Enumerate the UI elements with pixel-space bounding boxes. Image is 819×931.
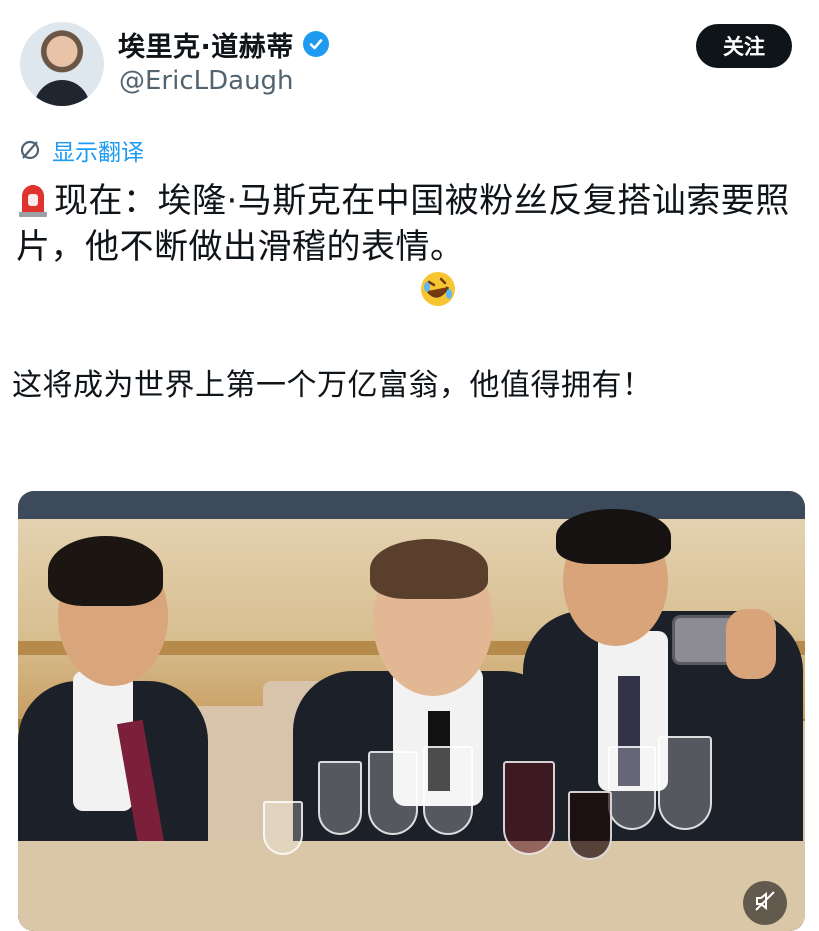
translate-label: 显示翻译 — [52, 140, 144, 166]
photo-glass — [423, 746, 473, 835]
tweet-line-1: 现在：埃隆·马斯克在中国被粉丝反复搭讪索要照片，他不断做出滑稽的表情。 — [16, 181, 790, 267]
photo-hand — [726, 609, 776, 679]
siren-emoji-icon — [16, 182, 50, 218]
mute-button[interactable] — [743, 881, 787, 925]
author-handle[interactable]: @EricLDaugh — [119, 66, 294, 96]
tweet-line-2: 这将成为世界上第一个万亿富翁，他值得拥有！ — [12, 368, 653, 403]
follow-button[interactable]: 关注 — [696, 24, 792, 68]
photo-ceiling — [18, 491, 805, 519]
author-avatar[interactable] — [20, 22, 104, 106]
muted-speaker-icon — [753, 889, 777, 917]
show-translation-link[interactable]: 显示翻译 — [18, 134, 144, 166]
photo-glass — [568, 791, 612, 860]
photo-glass — [503, 761, 555, 855]
photo-glass — [368, 751, 418, 835]
photo-hair — [556, 509, 671, 564]
rolling-laughing-emoji-icon — [419, 270, 457, 312]
photo-table — [18, 841, 805, 931]
photo-hair — [370, 539, 488, 599]
tweet-text-main: 现在：埃隆·马斯克在中国被粉丝反复搭讪索要照片，他不断做出滑稽的表情。 — [16, 178, 806, 270]
tweet-photo[interactable] — [18, 491, 805, 931]
author-display-name[interactable]: 埃里克·道赫蒂 — [118, 25, 294, 64]
author-name-row: 埃里克·道赫蒂 — [118, 25, 329, 64]
verified-badge-icon — [302, 31, 329, 57]
translate-icon — [18, 138, 42, 162]
photo-glass — [263, 801, 303, 855]
photo-glass — [608, 746, 656, 830]
photo-glass — [318, 761, 362, 835]
photo-hair — [48, 536, 163, 606]
photo-glass — [658, 736, 712, 830]
